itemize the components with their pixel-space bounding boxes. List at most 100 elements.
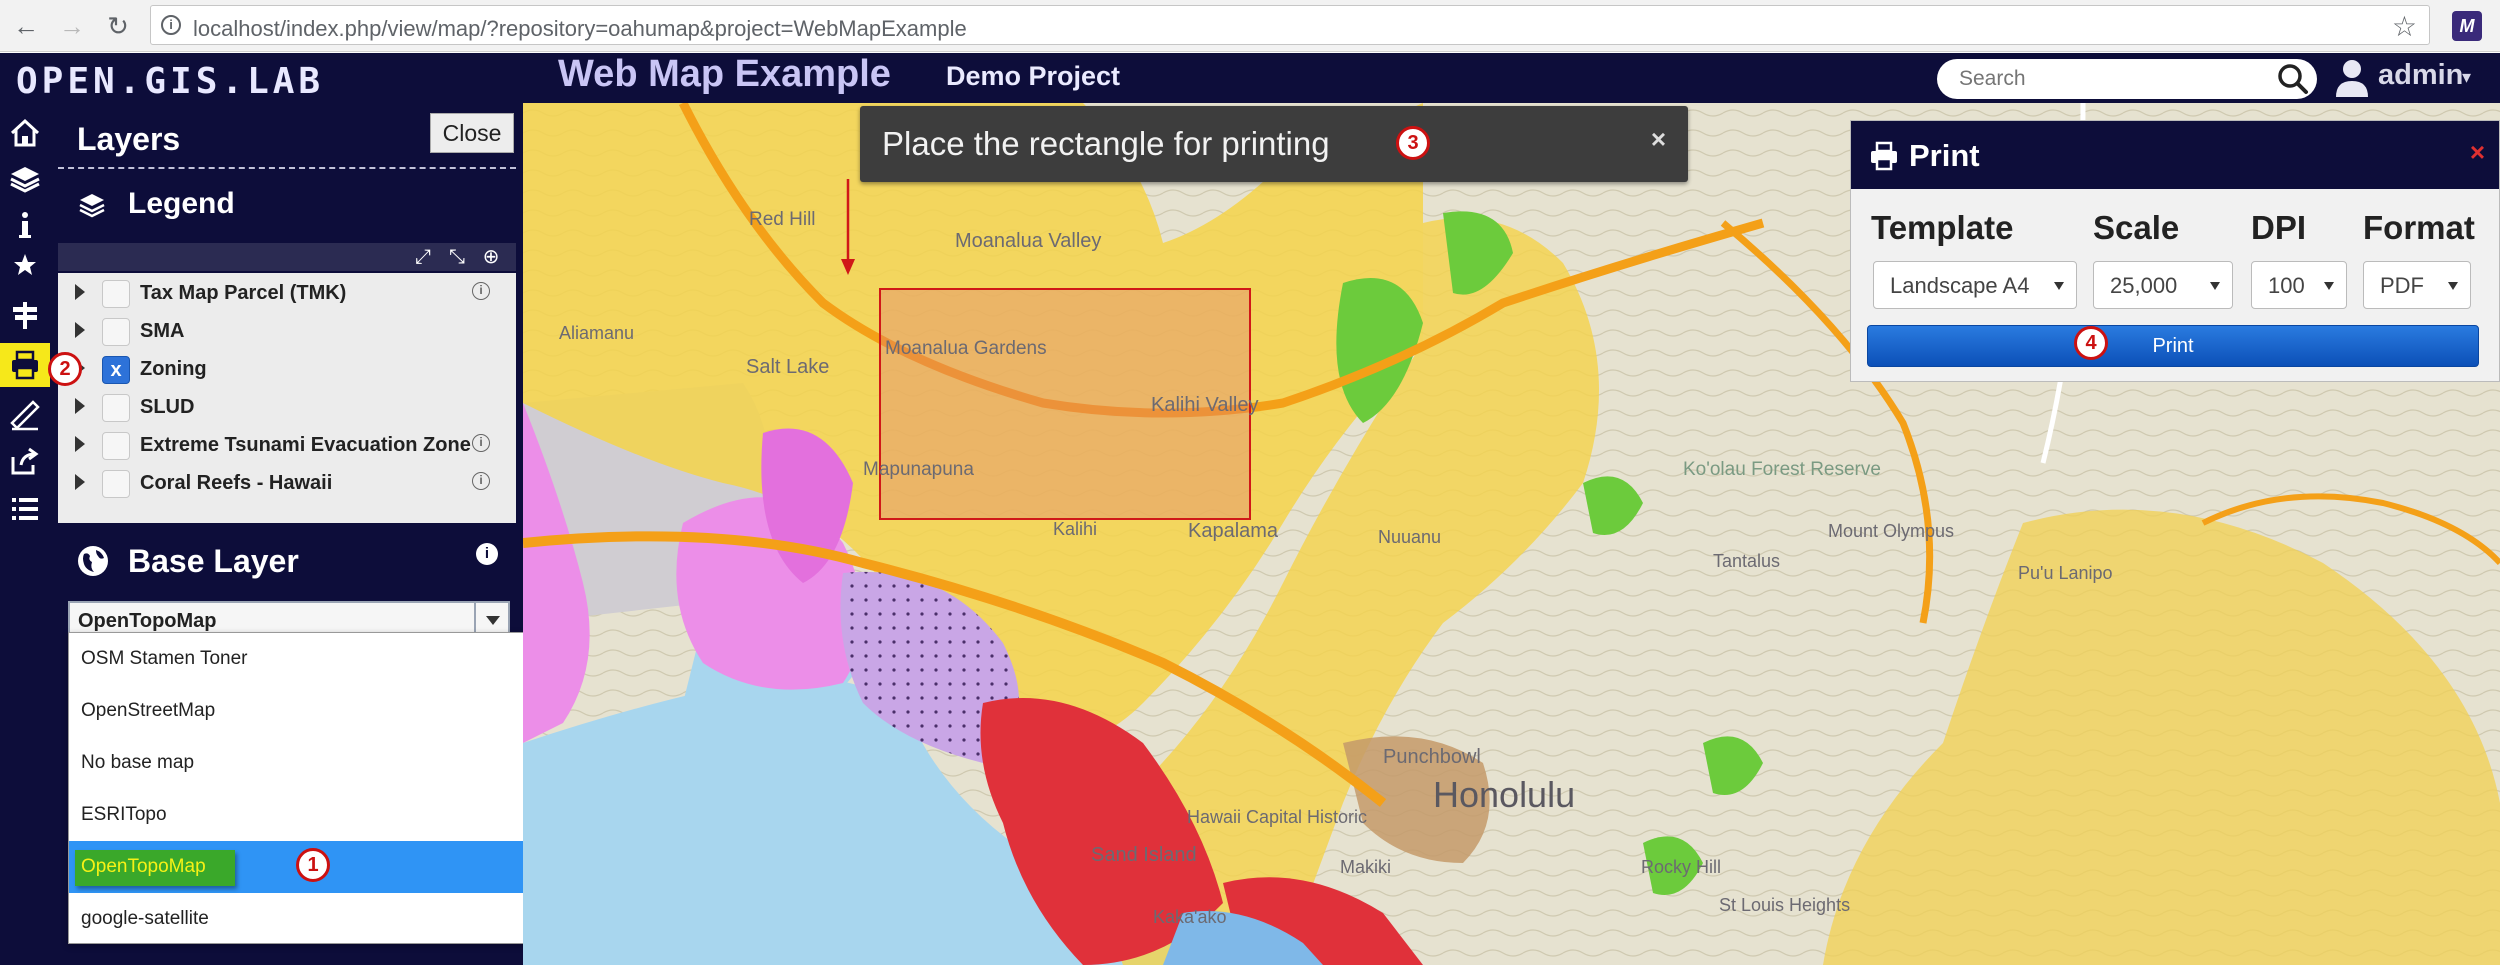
search-icon[interactable] bbox=[2277, 63, 2309, 95]
info-icon[interactable]: i bbox=[472, 434, 490, 452]
close-button[interactable]: Close bbox=[430, 113, 514, 153]
list-tool[interactable] bbox=[0, 487, 50, 531]
layer-label: Extreme Tsunami Evacuation Zone bbox=[140, 434, 471, 456]
layer-row[interactable]: Coral Reefs - Hawaii i bbox=[58, 463, 516, 501]
layer-checkbox[interactable] bbox=[102, 432, 130, 460]
ruler-icon bbox=[10, 400, 40, 431]
dropdown-option[interactable]: OSM Stamen Toner bbox=[69, 633, 549, 685]
layer-row[interactable]: SMA bbox=[58, 311, 516, 349]
chevron-down-icon[interactable]: ▾ bbox=[2462, 67, 2471, 88]
map-label: Mapunapuna bbox=[863, 459, 974, 480]
expand-caret-icon[interactable] bbox=[75, 398, 85, 414]
layers-tool[interactable] bbox=[0, 157, 50, 201]
layer-row[interactable]: SLUD bbox=[58, 387, 516, 425]
legend-title: Legend bbox=[128, 187, 235, 220]
print-title: Print bbox=[1909, 138, 1980, 173]
layer-checkbox[interactable] bbox=[102, 318, 130, 346]
address-bar[interactable]: i localhost/index.php/view/map/?reposito… bbox=[150, 5, 2430, 45]
globe-icon bbox=[78, 546, 108, 576]
print-tool[interactable] bbox=[0, 343, 50, 387]
option-label: OpenTopoMap bbox=[81, 856, 206, 877]
dropdown-option[interactable]: google-satellite bbox=[69, 893, 549, 945]
divider bbox=[58, 167, 516, 169]
layer-checkbox[interactable] bbox=[102, 394, 130, 422]
star-icon bbox=[14, 254, 36, 275]
map-label: Hawaii Capital Historic bbox=[1187, 807, 1367, 827]
search-input[interactable] bbox=[1959, 67, 2259, 91]
back-icon[interactable]: ← bbox=[10, 10, 42, 42]
dropdown-option[interactable]: ESRITopo bbox=[69, 789, 549, 841]
info-icon[interactable]: i bbox=[476, 543, 498, 565]
signpost-icon bbox=[13, 302, 37, 329]
print-button[interactable]: Print bbox=[1867, 325, 2479, 367]
project-title: Demo Project bbox=[946, 61, 1121, 91]
layers-icon bbox=[79, 194, 105, 218]
print-header: Print × bbox=[1851, 121, 2499, 189]
share-tool[interactable] bbox=[0, 439, 50, 483]
reload-icon[interactable]: ↻ bbox=[102, 10, 134, 42]
expand-caret-icon[interactable] bbox=[75, 284, 85, 300]
dropdown-option[interactable]: OpenStreetMap bbox=[69, 685, 549, 737]
user-menu[interactable]: admin bbox=[2378, 59, 2463, 92]
dpi-select[interactable]: 100 bbox=[2251, 261, 2347, 309]
map-label: Aliamanu bbox=[559, 323, 634, 343]
info-tool[interactable] bbox=[0, 203, 50, 247]
collapse-icon[interactable]: ⤡ bbox=[444, 245, 470, 269]
format-value: PDF bbox=[2380, 273, 2424, 298]
callout-badge: 3 bbox=[1396, 126, 1430, 160]
bookmarks-tool[interactable] bbox=[0, 243, 50, 287]
expand-caret-icon[interactable] bbox=[75, 322, 85, 338]
layer-label: Zoning bbox=[140, 358, 207, 380]
map-label: Kaka'ako bbox=[1153, 907, 1227, 927]
layer-label: SMA bbox=[140, 320, 185, 342]
template-select[interactable]: Landscape A4 bbox=[1873, 261, 2077, 309]
option-label: OSM Stamen Toner bbox=[81, 648, 248, 669]
search-box[interactable] bbox=[1937, 59, 2317, 99]
zoom-icon[interactable]: ⊕ bbox=[478, 245, 504, 269]
tooltip-text: Place the rectangle for printing bbox=[882, 125, 1330, 162]
callout-badge: 4 bbox=[2074, 326, 2108, 360]
base-layer-header: Base Layer i bbox=[58, 528, 516, 598]
layers-icon bbox=[10, 167, 40, 193]
callout-badge: 2 bbox=[48, 352, 82, 386]
info-icon[interactable]: i bbox=[472, 282, 490, 300]
draw-tool[interactable] bbox=[0, 393, 50, 437]
site-info-icon[interactable]: i bbox=[161, 15, 181, 35]
measure-tool[interactable] bbox=[0, 293, 50, 337]
user-icon[interactable] bbox=[2334, 57, 2370, 97]
forward-icon[interactable]: → bbox=[56, 10, 88, 42]
layer-row[interactable]: x Zoning bbox=[58, 349, 516, 387]
map-label: Red Hill bbox=[749, 209, 816, 230]
layer-checkbox[interactable] bbox=[102, 470, 130, 498]
layer-checkbox-checked[interactable]: x bbox=[102, 356, 130, 384]
home-tool[interactable] bbox=[0, 111, 50, 155]
bookmark-star-icon[interactable]: ☆ bbox=[2392, 10, 2417, 43]
close-icon[interactable]: × bbox=[2470, 137, 2485, 168]
layers-title: Layers bbox=[77, 121, 181, 157]
map-label: Moanalua Gardens bbox=[885, 338, 1047, 359]
dropdown-option[interactable]: No base map bbox=[69, 737, 549, 789]
map-label: Moanalua Valley bbox=[955, 230, 1101, 252]
layer-checkbox[interactable] bbox=[102, 280, 130, 308]
dpi-value: 100 bbox=[2268, 273, 2305, 298]
close-icon[interactable]: × bbox=[1651, 124, 1666, 155]
extension-icon[interactable]: M bbox=[2452, 11, 2482, 41]
expand-icon[interactable]: ⤢ bbox=[410, 245, 436, 269]
layer-row[interactable]: Extreme Tsunami Evacuation Zone i bbox=[58, 425, 516, 463]
printer-icon bbox=[12, 350, 38, 380]
format-select[interactable]: PDF bbox=[2363, 261, 2471, 309]
map-label: Sand Island bbox=[1091, 844, 1197, 866]
scale-label: Scale bbox=[2093, 209, 2180, 246]
expand-caret-icon[interactable] bbox=[75, 474, 85, 490]
legend-header[interactable]: Legend bbox=[58, 173, 516, 231]
layer-row[interactable]: Tax Map Parcel (TMK) i bbox=[58, 273, 516, 311]
option-label: OpenStreetMap bbox=[81, 700, 216, 721]
info-icon bbox=[19, 212, 31, 238]
scale-value: 25,000 bbox=[2110, 273, 2178, 298]
info-icon[interactable]: i bbox=[472, 472, 490, 490]
browser-chrome: ← → ↻ i localhost/index.php/view/map/?re… bbox=[0, 0, 2500, 52]
expand-caret-icon[interactable] bbox=[75, 436, 85, 452]
scale-select[interactable]: 25,000 bbox=[2093, 261, 2233, 309]
layer-label: Tax Map Parcel (TMK) bbox=[140, 282, 347, 304]
url-text[interactable]: localhost/index.php/view/map/?repository… bbox=[193, 16, 967, 42]
